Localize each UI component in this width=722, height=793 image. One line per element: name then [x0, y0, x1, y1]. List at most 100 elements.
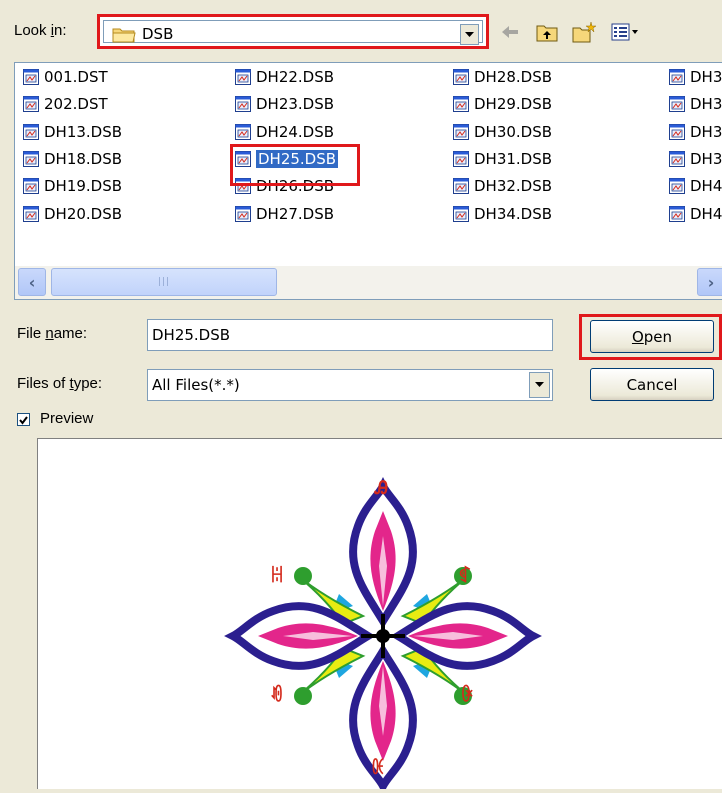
file-item-name: DH22.DSB: [256, 68, 335, 86]
look-in-label: Look in:: [14, 22, 67, 39]
file-item[interactable]: DH22.DSB: [235, 66, 334, 88]
file-item-name: DH31.DSB: [474, 149, 553, 168]
file-list[interactable]: 001.DST 202.DST DH13.DSB DH18.DSB DH19.DSB DH…: [14, 62, 722, 300]
dsb-file-icon: [23, 178, 39, 195]
file-item-name: DH18.DSB: [44, 149, 123, 168]
dsb-file-icon: [669, 205, 685, 222]
file-item-name: DH4: [690, 177, 722, 196]
dsb-file-icon: [453, 123, 469, 140]
view-menu-icon: [611, 23, 638, 41]
dsb-file-icon: [453, 150, 469, 167]
file-item[interactable]: DH20.DSB: [23, 203, 122, 225]
file-type-value: All Files(*.*): [152, 376, 240, 394]
cancel-button[interactable]: Cancel: [590, 368, 714, 401]
file-item[interactable]: DH29.DSB: [453, 93, 552, 115]
file-item[interactable]: DH4: [669, 203, 722, 225]
file-item[interactable]: DH3: [669, 66, 722, 88]
file-item[interactable]: DH18.DSB: [23, 148, 122, 170]
dsb-file-icon: [235, 69, 251, 85]
file-item[interactable]: DH19.DSB: [23, 175, 122, 197]
dsb-file-icon: [669, 123, 685, 140]
dsb-file-icon: [453, 69, 469, 85]
look-in-dropdown-button[interactable]: [460, 24, 479, 45]
new-folder-icon: [572, 21, 596, 43]
new-folder-button[interactable]: [568, 18, 600, 46]
dsb-file-icon: [23, 123, 39, 140]
look-in-combo[interactable]: DSB: [103, 20, 483, 45]
file-name-label: File name:: [17, 325, 88, 342]
file-type-dropdown-button[interactable]: [529, 372, 550, 398]
file-item-name: DH29.DSB: [474, 95, 553, 114]
dsb-file-icon: [453, 96, 469, 113]
dsb-file-icon: [453, 178, 469, 195]
file-item-name: DH32.DSB: [474, 177, 553, 196]
dsb-file-icon: [235, 96, 251, 113]
file-item[interactable]: DH30.DSB: [453, 121, 552, 143]
up-folder-button[interactable]: [531, 18, 563, 46]
file-item-name: 202.DST: [44, 95, 108, 114]
embroidery-design-preview: Ꭿ ꀍ ꁍ ꀑ ꀖ ꀚ: [38, 477, 722, 789]
preview-label: Preview: [40, 410, 94, 427]
scroll-left-button[interactable]: ‹: [18, 268, 46, 296]
file-item[interactable]: 202.DST: [23, 93, 108, 115]
file-item-name: DH3: [690, 68, 722, 86]
file-item-name: DH13.DSB: [44, 122, 123, 141]
dst-file-icon: [23, 96, 39, 113]
file-item-name: DH3: [690, 149, 722, 168]
file-item-name: DH3: [690, 122, 722, 141]
file-item[interactable]: DH3: [669, 121, 722, 143]
file-item[interactable]: DH32.DSB: [453, 175, 552, 197]
file-item[interactable]: DH23.DSB: [235, 93, 334, 115]
back-arrow-icon: [502, 26, 518, 38]
file-item[interactable]: 001.DST: [23, 66, 108, 88]
up-folder-icon: [536, 25, 558, 42]
petal-group: [349, 477, 417, 629]
grip-icon: |||: [157, 277, 171, 287]
view-menu-button[interactable]: [606, 18, 646, 46]
dsb-file-icon: [23, 205, 39, 222]
chevron-down-icon: [535, 382, 544, 387]
file-item[interactable]: DH24.DSB: [235, 121, 334, 143]
preview-checkbox[interactable]: [17, 413, 30, 426]
selected-file-highlight: [230, 144, 360, 186]
file-item[interactable]: DH13.DSB: [23, 121, 122, 143]
dsb-file-icon: [235, 123, 251, 140]
file-item[interactable]: DH34.DSB: [453, 203, 552, 225]
open-button[interactable]: Open: [590, 320, 714, 353]
dsb-file-icon: [23, 150, 39, 167]
svg-text:ꁍ: ꁍ: [458, 565, 472, 587]
chevron-right-icon: ›: [707, 272, 715, 292]
file-item[interactable]: DH3: [669, 93, 722, 115]
file-item[interactable]: DH4: [669, 175, 722, 197]
svg-text:ꀖ: ꀖ: [460, 684, 474, 706]
file-item-name: DH19.DSB: [44, 177, 123, 196]
horizontal-scrollbar[interactable]: ‹ ||| ›: [15, 266, 722, 299]
dsb-file-icon: [669, 96, 685, 113]
dsb-file-icon: [669, 150, 685, 167]
scroll-thumb[interactable]: |||: [51, 268, 277, 296]
file-item-name: DH30.DSB: [474, 122, 553, 141]
file-name-input[interactable]: DH25.DSB: [147, 319, 553, 351]
file-item[interactable]: DH28.DSB: [453, 66, 552, 88]
file-item[interactable]: DH27.DSB: [235, 203, 334, 225]
checkmark-icon: [19, 416, 28, 425]
file-item-name: DH23.DSB: [256, 95, 335, 114]
file-item-name: DH3: [690, 95, 722, 114]
dsb-file-icon: [235, 205, 251, 222]
svg-text:ꀍ: ꀍ: [270, 565, 284, 587]
scroll-right-button[interactable]: ›: [697, 268, 722, 296]
back-button[interactable]: [495, 18, 525, 46]
svg-text:ꀚ: ꀚ: [371, 757, 385, 779]
file-item-name: DH4: [690, 204, 722, 223]
file-item[interactable]: DH31.DSB: [453, 148, 552, 170]
file-item-name: DH34.DSB: [474, 204, 553, 223]
svg-text:Ꭿ: Ꭿ: [374, 478, 388, 499]
file-item-name: DH27.DSB: [256, 204, 335, 223]
look-in-value: DSB: [142, 25, 174, 43]
file-item[interactable]: DH3: [669, 148, 722, 170]
dsb-file-icon: [453, 205, 469, 222]
file-type-combo[interactable]: All Files(*.*): [147, 369, 553, 401]
file-item-name: DH28.DSB: [474, 68, 553, 86]
dst-file-icon: [23, 69, 39, 85]
chevron-down-icon: [465, 31, 474, 37]
